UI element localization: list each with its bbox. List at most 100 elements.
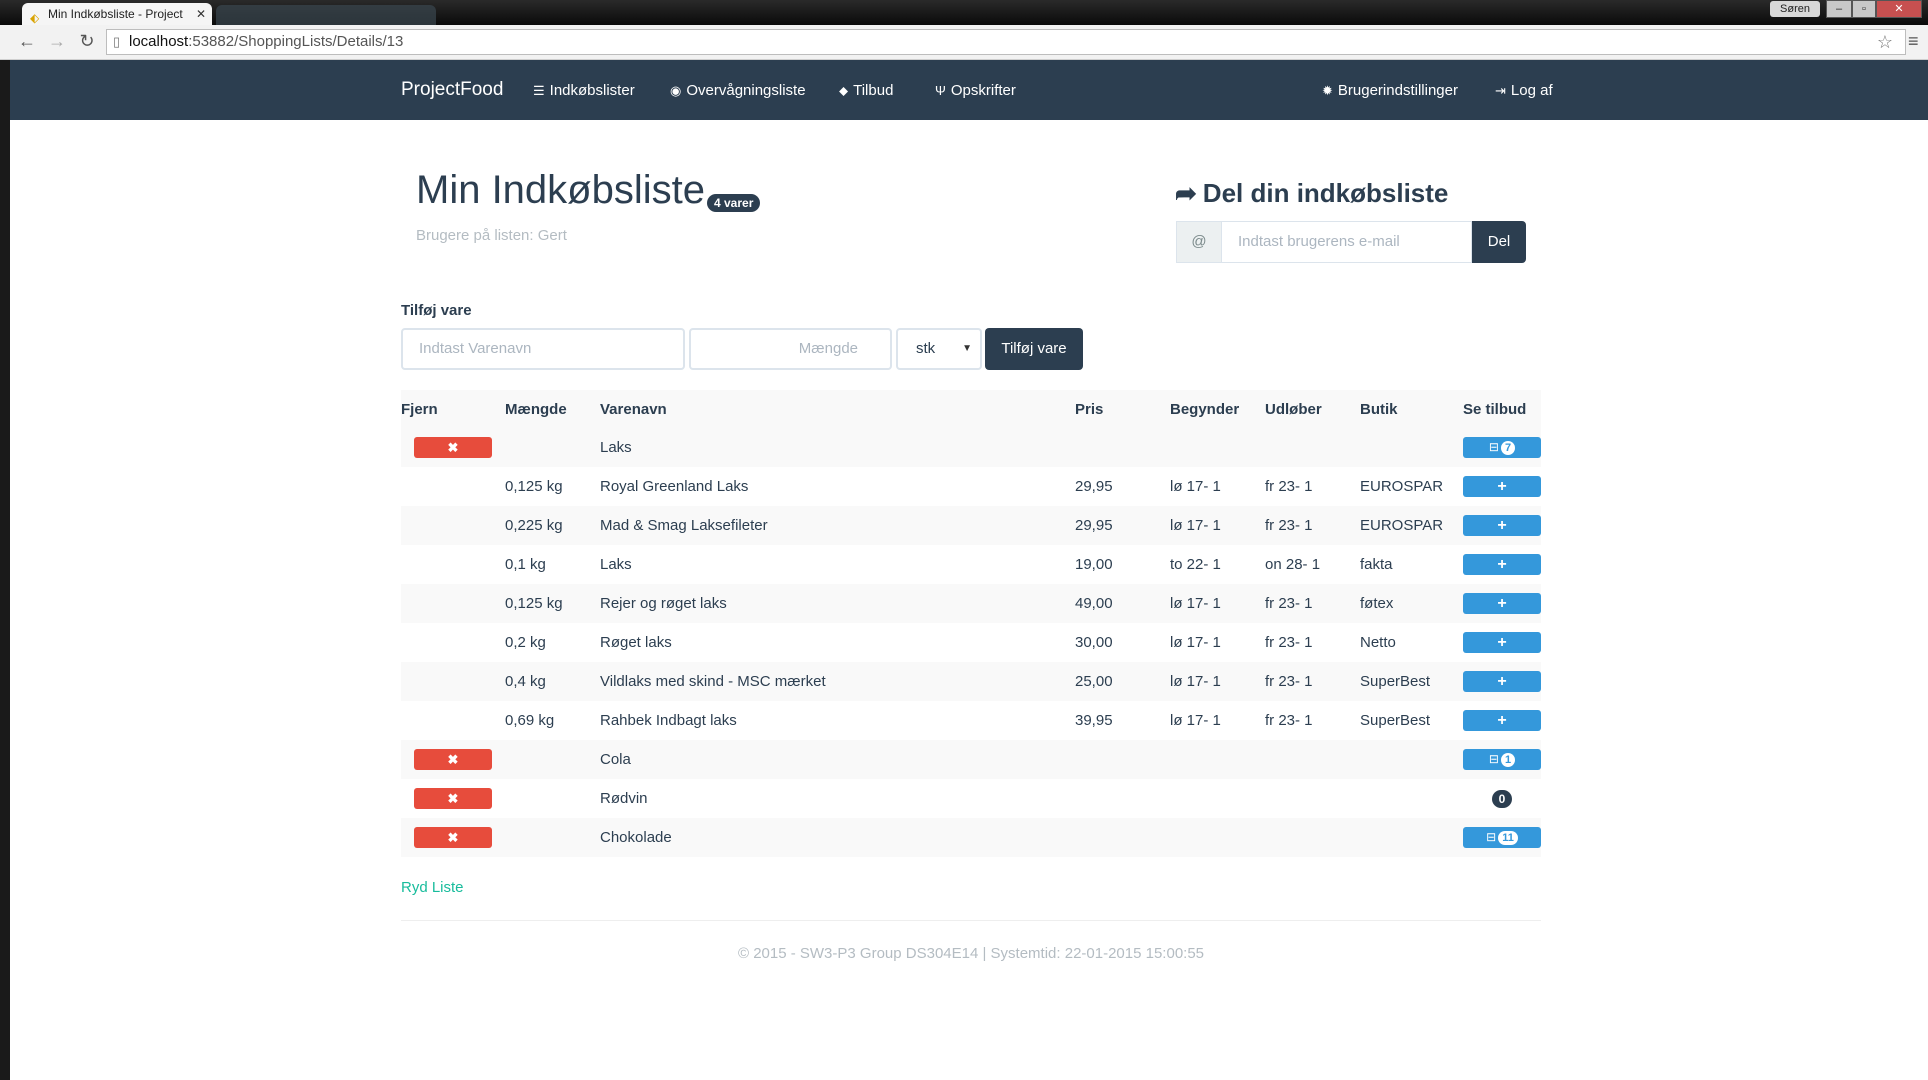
reload-icon[interactable]: ↻	[76, 31, 98, 52]
name-cell: Cola	[600, 740, 1075, 779]
bookmark-star-icon[interactable]: ☆	[1877, 30, 1893, 54]
add-offer-button[interactable]: +	[1463, 515, 1541, 536]
brand-link[interactable]: ProjectFood	[401, 79, 503, 101]
nav-label: Opskrifter	[950, 82, 1016, 99]
forward-icon[interactable]: →	[46, 31, 68, 52]
add-offer-button[interactable]: +	[1463, 710, 1541, 731]
name-cell: Rejer og røget laks	[600, 584, 1075, 623]
col-begynder: Begynder	[1170, 390, 1265, 428]
name-cell: Mad & Smag Laksefileter	[600, 506, 1075, 545]
top-navbar: ProjectFood ☰ Indkøbslister ◉ Overvågnings…	[10, 60, 1928, 120]
col-udlober: Udløber	[1265, 390, 1360, 428]
nav-label: Overvågningsliste	[686, 82, 806, 99]
name-cell: Vildlaks med skind - MSC mærket	[600, 662, 1075, 701]
offer-count: 1	[1500, 753, 1516, 767]
share-button[interactable]: Del	[1472, 221, 1526, 263]
offers-cell: +	[1463, 623, 1541, 662]
item-row: ✖ Laks ⊟ 7	[401, 428, 1541, 467]
start-cell: lø 17- 1	[1170, 584, 1265, 623]
price-cell: 25,00	[1075, 662, 1170, 701]
add-item-button[interactable]: Tilføj vare	[985, 328, 1083, 370]
name-cell: Rahbek Indbagt laks	[600, 712, 737, 729]
tab-title: Min Indkøbsliste - Project	[48, 7, 183, 21]
browser-titlebar: ⬖ Min Indkøbsliste - Project ✕ Søren – ▫…	[0, 0, 1928, 25]
share-icon: ➦	[1175, 178, 1197, 208]
remove-cell	[401, 623, 505, 662]
nav-label: Log af	[1510, 82, 1553, 99]
nav-log-af[interactable]: ⇥ Log af	[1495, 82, 1553, 99]
nav-tilbud[interactable]: ⬥ Tilbud	[839, 82, 893, 99]
browser-tab-inactive[interactable]	[216, 5, 436, 25]
start-cell	[1170, 779, 1265, 818]
browser-tab-active[interactable]: ⬖ Min Indkøbsliste - Project ✕	[22, 3, 212, 25]
name-cell: Royal Greenland Laks	[600, 478, 749, 495]
price-cell	[1075, 428, 1170, 467]
item-row: ✖ Chokolade ⊟ 11	[401, 818, 1541, 857]
add-offer-button[interactable]: +	[1463, 554, 1541, 575]
toggle-offers-button[interactable]: ⊟ 7	[1463, 437, 1541, 458]
eye-icon: ◉	[670, 83, 682, 98]
url-path: :53882/ShoppingLists/Details/13	[188, 33, 404, 50]
amount-cell	[505, 779, 600, 818]
start-cell: to 22- 1	[1170, 556, 1221, 573]
footer: © 2015 - SW3-P3 Group DS304E14 | Systemt…	[737, 945, 1205, 962]
nav-overvagningsliste[interactable]: ◉ Overvågningsliste	[670, 82, 806, 99]
remove-cell	[401, 701, 505, 740]
remove-item-button[interactable]: ✖	[414, 437, 492, 458]
caret-down-icon: ▼	[962, 343, 972, 354]
item-name-input[interactable]: Indtast Varenavn	[401, 328, 685, 370]
col-se-tilbud: Se tilbud	[1463, 390, 1541, 428]
minimize-icon[interactable]: –	[1826, 0, 1852, 18]
maximize-icon[interactable]: ▫	[1852, 0, 1876, 18]
toggle-offers-button[interactable]: ⊟ 11	[1463, 827, 1541, 848]
add-offer-button[interactable]: +	[1463, 593, 1541, 614]
offers-cell: ⊟ 1	[1463, 740, 1541, 779]
clear-list-link[interactable]: Ryd Liste	[401, 879, 464, 896]
collapse-icon: ⊟	[1488, 752, 1499, 766]
end-cell	[1265, 818, 1360, 857]
start-cell	[1170, 818, 1265, 857]
collapse-icon: ⊟	[1488, 440, 1499, 454]
at-addon: @	[1176, 221, 1222, 263]
address-bar[interactable]: ▯ localhost:53882/ShoppingLists/Details/…	[106, 29, 1906, 55]
item-row: ✖ Cola ⊟ 1	[401, 740, 1541, 779]
offer-row: 0,125 kg Royal Greenland Laks 29,95 lø 17- …	[401, 467, 1541, 506]
remove-item-button[interactable]: ✖	[414, 827, 492, 848]
price-cell: 29,95	[1075, 478, 1113, 495]
start-cell: lø 17- 1	[1170, 712, 1221, 729]
nav-opskrifter[interactable]: Ψ Opskrifter	[935, 82, 1016, 99]
item-row: ✖ Rødvin 0	[401, 779, 1541, 818]
profile-chip[interactable]: Søren	[1770, 1, 1820, 17]
remove-cell: ✖	[401, 428, 505, 467]
page-icon: ▯	[113, 34, 121, 49]
browser-toolbar: ← → ↻ ▯ localhost:53882/ShoppingLists/De…	[0, 25, 1928, 60]
nav-indkobslister[interactable]: ☰ Indkøbslister	[533, 82, 635, 99]
back-icon[interactable]: ←	[16, 31, 38, 52]
add-offer-button[interactable]: +	[1463, 671, 1541, 692]
remove-cell	[401, 467, 505, 506]
offer-row: 0,4 kg Vildlaks med skind - MSC mærket 25,…	[401, 662, 1541, 701]
add-offer-button[interactable]: +	[1463, 476, 1541, 497]
amount-input[interactable]: Mængde	[689, 328, 892, 370]
nav-brugerindstillinger[interactable]: ✹ Brugerindstillinger	[1322, 82, 1458, 99]
offers-cell: +	[1463, 662, 1541, 701]
name-cell: Røget laks	[600, 634, 672, 651]
remove-item-button[interactable]: ✖	[414, 749, 492, 770]
add-offer-button[interactable]: +	[1463, 632, 1541, 653]
store-cell: Netto	[1360, 634, 1396, 651]
remove-cell	[401, 506, 505, 545]
window-close-icon[interactable]: ✕	[1876, 0, 1922, 18]
price-cell: 29,95	[1075, 506, 1170, 545]
end-cell	[1265, 779, 1360, 818]
start-cell	[1170, 428, 1265, 467]
shopping-table: Fjern Mængde Varenavn Pris Begynder Udlø…	[401, 390, 1541, 857]
toggle-offers-button[interactable]: ⊟ 1	[1463, 749, 1541, 770]
remove-item-button[interactable]: ✖	[414, 788, 492, 809]
share-email-input[interactable]: Indtast brugerens e-mail	[1221, 221, 1472, 263]
remove-cell: ✖	[401, 818, 505, 857]
browser-menu-icon[interactable]: ≡	[1908, 31, 1919, 52]
tab-close-icon[interactable]: ✕	[196, 3, 206, 25]
col-pris: Pris	[1075, 390, 1170, 428]
amount-cell: 0,225 kg	[505, 506, 600, 545]
unit-select[interactable]: stk ▼	[896, 328, 982, 370]
